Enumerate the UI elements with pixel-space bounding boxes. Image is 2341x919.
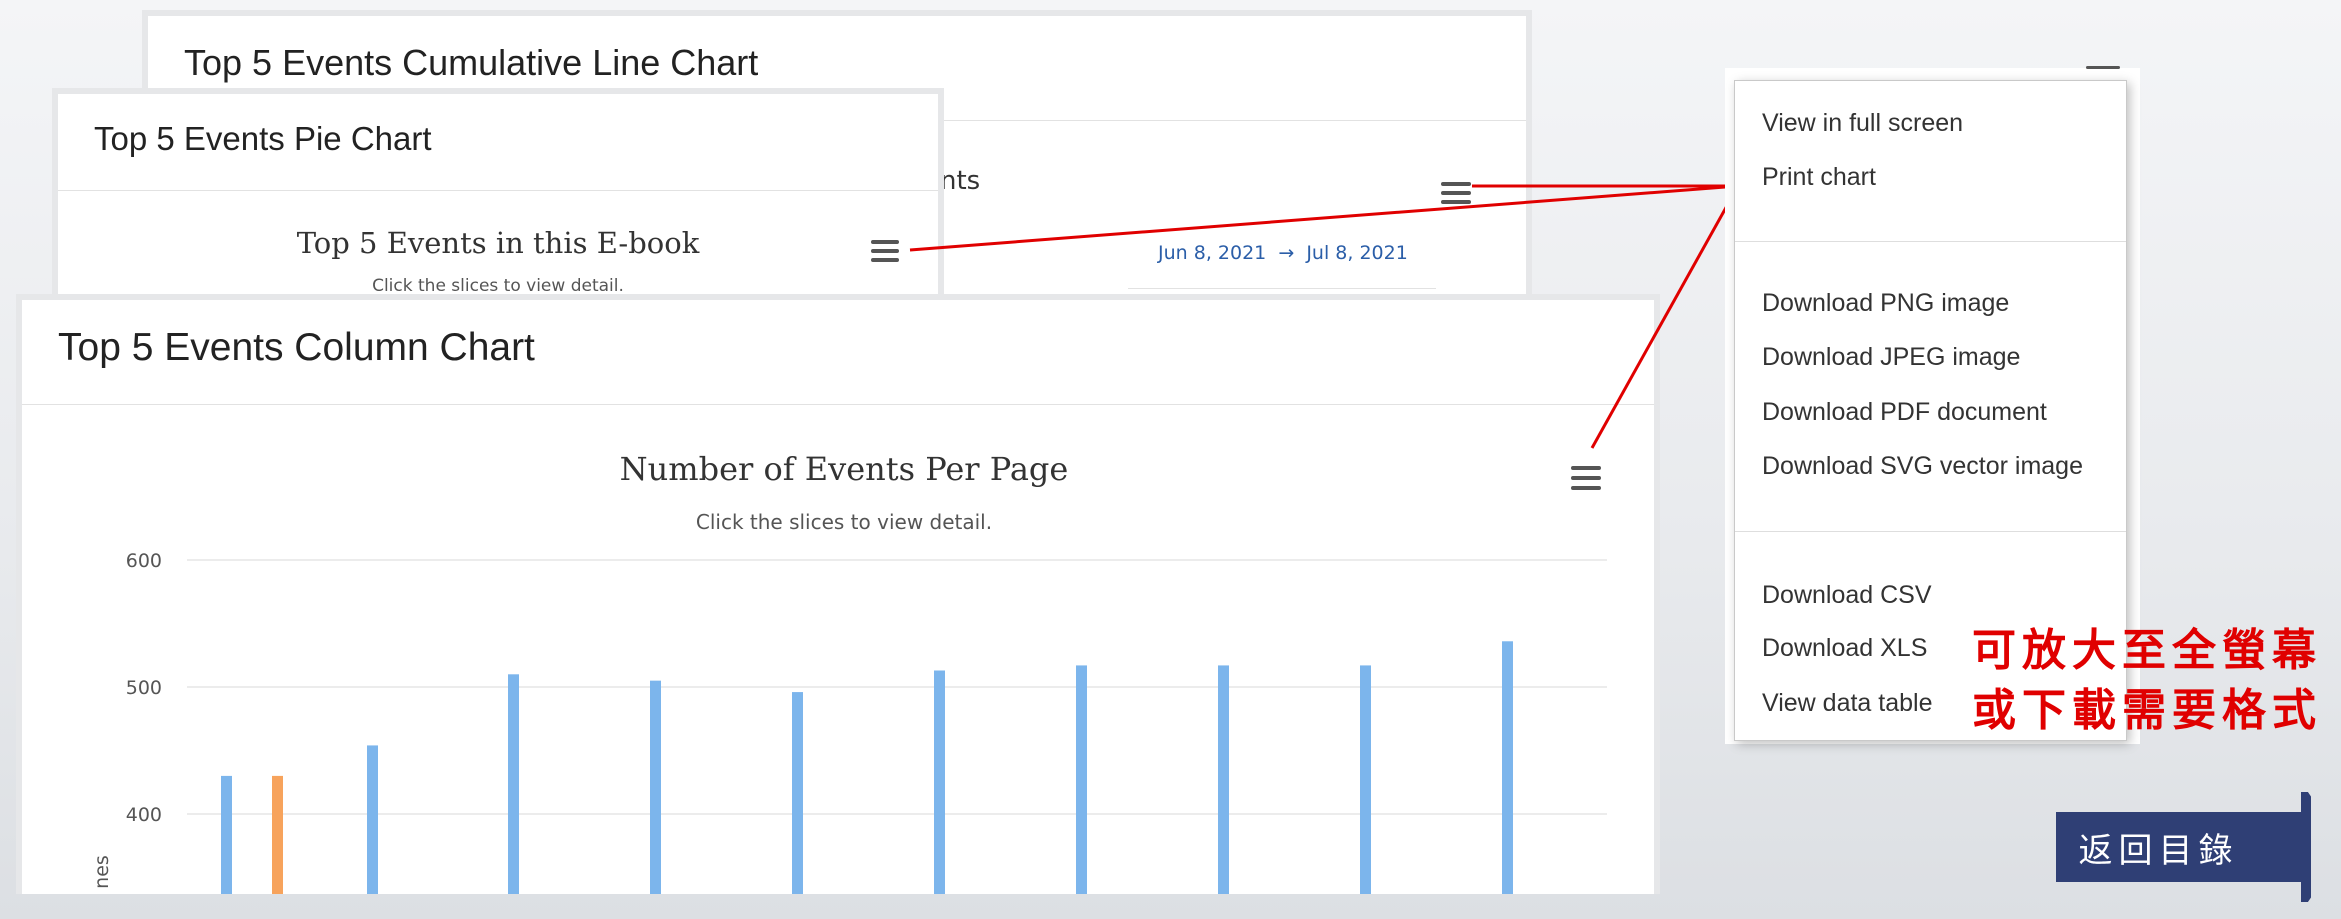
annotation-line-1: 可放大至全螢幕 <box>1972 625 2322 676</box>
cumulative-date-range[interactable]: Jun 8, 2021 → Jul 8, 2021 <box>1158 242 1408 264</box>
column-bar[interactable] <box>1360 665 1371 894</box>
column-chart-panel: Top 5 Events Column Chart Number of Even… <box>16 294 1660 894</box>
menu-print-chart[interactable]: Print chart <box>1762 163 1876 192</box>
menu-separator <box>1735 531 2126 532</box>
back-button-label: 返回目錄 <box>2078 830 2239 871</box>
y-tick-label: 400 <box>126 804 162 826</box>
pie-divider <box>58 190 938 191</box>
column-bar[interactable] <box>221 775 232 894</box>
column-bar[interactable] <box>508 674 519 894</box>
column-bar[interactable] <box>1218 665 1229 894</box>
menu-download-svg[interactable]: Download SVG vector image <box>1762 452 2083 481</box>
pie-hamburger-menu-icon[interactable] <box>871 240 899 262</box>
column-chart-plot: 600 500 400 nes <box>91 550 1607 894</box>
column-bar[interactable] <box>792 692 803 894</box>
menu-anchor-hamburger-icon[interactable] <box>2086 66 2120 76</box>
menu-download-csv[interactable]: Download CSV <box>1762 581 1932 610</box>
menu-separator <box>1735 241 2126 242</box>
menu-view-data-table[interactable]: View data table <box>1762 689 1933 718</box>
y-axis-label: nes <box>91 855 113 889</box>
column-bar[interactable] <box>1076 665 1087 894</box>
column-bar[interactable] <box>1502 641 1513 894</box>
pie-chart-subtitle: Click the slices to view detail. <box>372 276 624 296</box>
pie-panel-title: Top 5 Events Pie Chart <box>94 120 432 157</box>
column-bar[interactable] <box>367 745 378 894</box>
cumulative-partial-chart-title: nts <box>940 166 981 196</box>
menu-view-full-screen[interactable]: View in full screen <box>1762 109 1963 138</box>
cumulative-hamburger-menu-icon[interactable] <box>1441 182 1471 204</box>
menu-download-pdf[interactable]: Download PDF document <box>1762 398 2047 427</box>
back-to-toc-button[interactable]: 返回目錄 <box>2056 792 2311 902</box>
y-tick-label: 600 <box>126 550 162 572</box>
column-bar[interactable] <box>934 670 945 894</box>
cumulative-panel-title: Top 5 Events Cumulative Line Chart <box>184 42 759 83</box>
y-tick-label: 500 <box>126 677 162 699</box>
menu-download-jpeg[interactable]: Download JPEG image <box>1762 343 2020 372</box>
menu-download-png[interactable]: Download PNG image <box>1762 289 2009 318</box>
column-bar[interactable] <box>272 775 283 894</box>
cumulative-date-underline <box>1128 288 1436 289</box>
menu-download-xls[interactable]: Download XLS <box>1762 634 1927 663</box>
column-bar[interactable] <box>650 680 661 894</box>
pie-chart-title: Top 5 Events in this E-book <box>296 226 700 260</box>
pie-chart-panel: Top 5 Events Pie Chart Top 5 Events in t… <box>52 88 944 310</box>
annotation-line-2: 或下載需要格式 <box>1972 685 2322 736</box>
